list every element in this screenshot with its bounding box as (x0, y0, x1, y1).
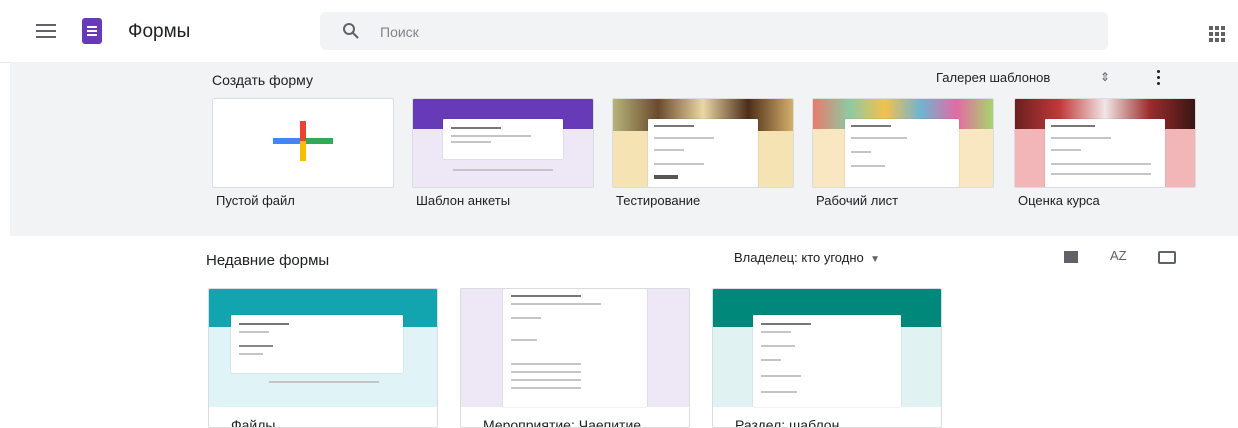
recent-form-card[interactable]: Мероприятие: Чаепитие (460, 288, 690, 428)
app-title[interactable]: Формы (128, 21, 190, 43)
template-survey[interactable] (412, 98, 594, 188)
main-menu-icon[interactable] (36, 24, 56, 38)
folder-icon[interactable] (1158, 248, 1178, 266)
recent-form-card[interactable]: Раздел: шаблон (712, 288, 942, 428)
recent-form-card[interactable]: Файлы (208, 288, 438, 428)
template-worksheet[interactable] (812, 98, 994, 188)
forms-logo-icon[interactable] (82, 18, 102, 44)
dropdown-arrow-icon: ▼ (867, 254, 881, 265)
owner-filter-dropdown[interactable]: Владелец: кто угодно ▼ (734, 250, 880, 265)
search-icon[interactable] (342, 22, 360, 40)
unfold-icon[interactable]: ⇕ (1100, 70, 1110, 84)
apps-grid-icon[interactable] (1209, 26, 1225, 42)
recent-forms-title: Недавние формы (206, 252, 330, 269)
owner-filter-label: Владелец: кто угодно (734, 250, 864, 265)
template-quiz[interactable] (612, 98, 794, 188)
sort-az-icon[interactable]: AZ (1110, 248, 1132, 266)
form-thumbnail (713, 289, 941, 407)
template-gallery-button[interactable]: Галерея шаблонов (936, 70, 1050, 85)
app-header: Формы (0, 0, 1238, 63)
search-bar[interactable] (320, 12, 1108, 50)
template-label[interactable]: Шаблон анкеты (416, 193, 510, 208)
template-label[interactable]: Пустой файл (216, 193, 295, 208)
list-view-icon[interactable] (1064, 248, 1082, 266)
form-thumbnail (209, 289, 437, 407)
template-blank[interactable] (212, 98, 394, 188)
create-form-title: Создать форму (212, 72, 313, 88)
template-label[interactable]: Рабочий лист (816, 193, 898, 208)
template-label[interactable]: Тестирование (616, 193, 700, 208)
form-name: Раздел: шаблон (735, 417, 840, 428)
search-input[interactable] (378, 20, 1082, 44)
template-course-evaluation[interactable] (1014, 98, 1196, 188)
form-name: Файлы (231, 417, 276, 428)
template-label[interactable]: Оценка курса (1018, 193, 1100, 208)
form-thumbnail (461, 289, 689, 407)
plus-icon (273, 121, 333, 161)
form-name: Мероприятие: Чаепитие (483, 417, 642, 428)
more-options-icon[interactable] (1150, 66, 1168, 88)
